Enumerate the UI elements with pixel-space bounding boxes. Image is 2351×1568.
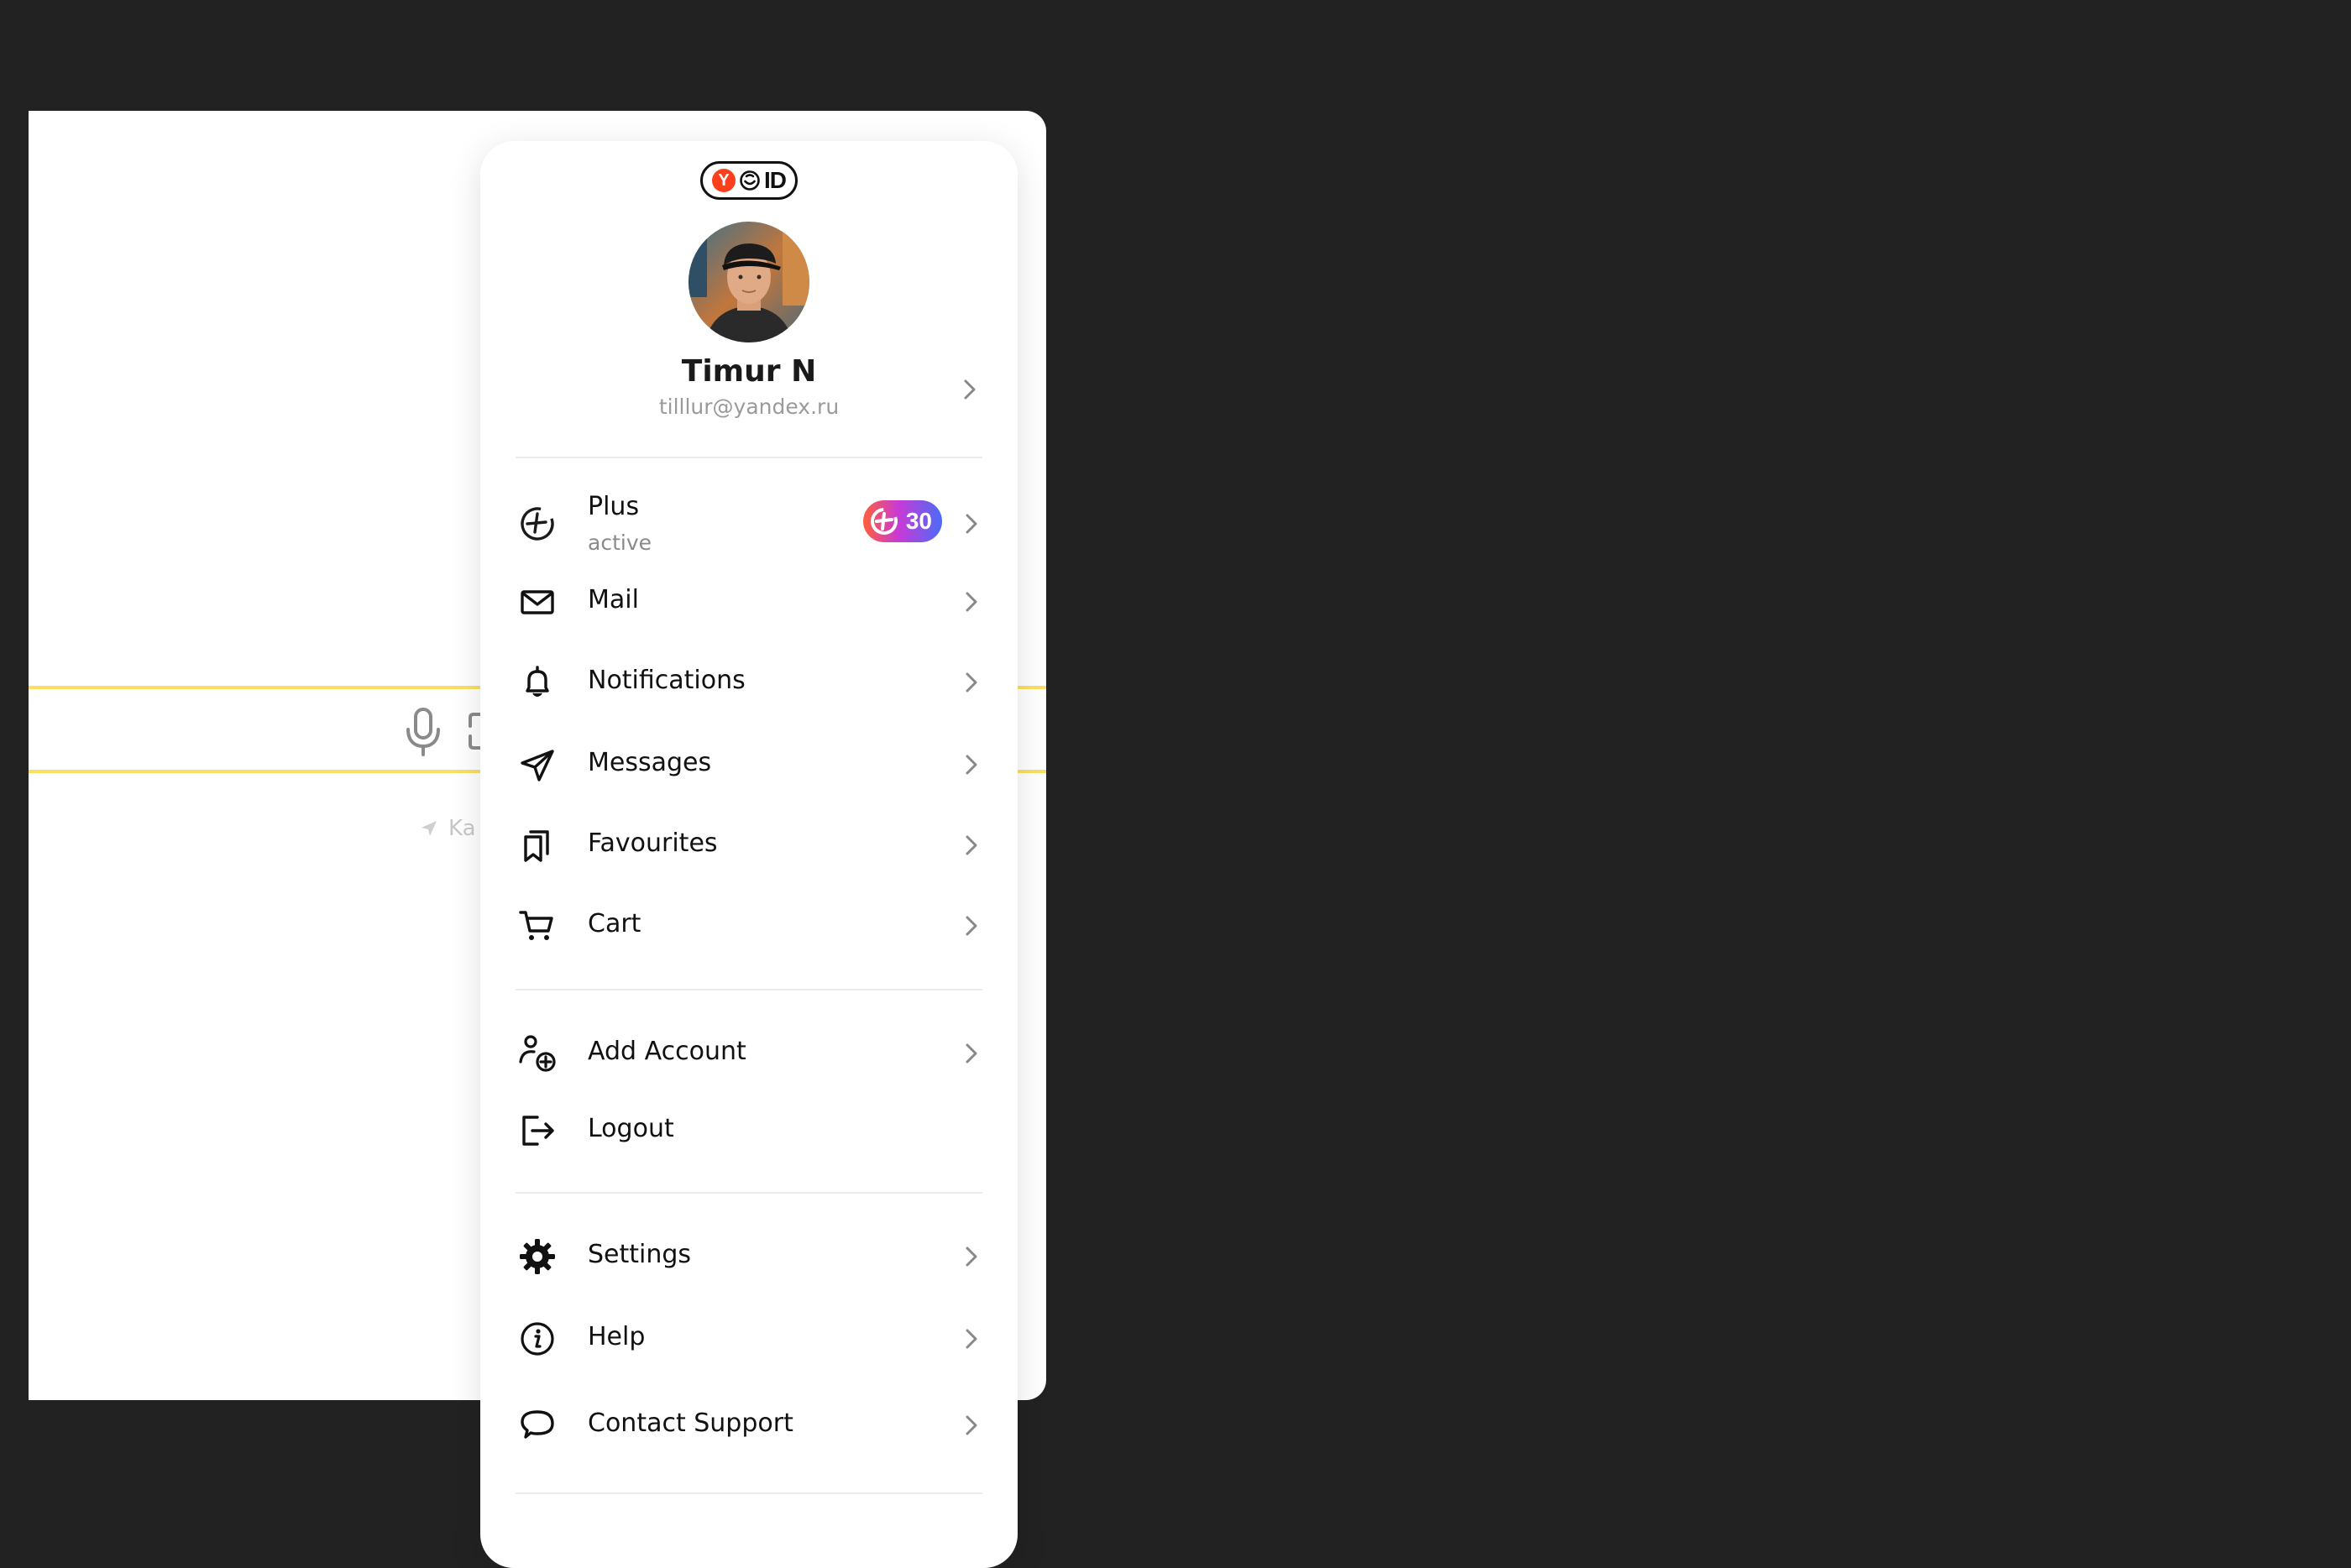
yandex-y-icon: Y [712, 169, 736, 192]
divider [516, 1492, 982, 1494]
chevron-right-icon [966, 672, 977, 693]
chevron-right-icon [966, 1415, 977, 1435]
chevron-right-icon[interactable] [961, 376, 979, 403]
chevron-right-icon [966, 1247, 977, 1267]
menu-item-messages[interactable]: Messages [480, 729, 1018, 797]
menu-item-help[interactable]: Help [480, 1304, 1018, 1371]
account-menu-panel: Y ID Timur N tilllur@yandex.ru Plus acti… [480, 141, 1018, 1568]
divider [516, 989, 982, 990]
menu-item-notifications[interactable]: Notifications [480, 647, 1018, 714]
plus-points-icon [871, 508, 898, 535]
menu-item-add-account[interactable]: Add Account [480, 1018, 1018, 1085]
logout-icon [522, 1116, 554, 1146]
microphone-icon[interactable] [398, 704, 448, 758]
menu-item-label: Notifications [588, 666, 746, 695]
menu-item-label: Logout [588, 1114, 674, 1143]
chevron-right-icon [966, 592, 977, 612]
plus-status: active [588, 531, 652, 555]
plus-points-badge: 30 [863, 500, 942, 542]
menu-item-cart[interactable]: Cart [480, 891, 1018, 958]
menu-item-label: Help [588, 1322, 646, 1351]
bookmarks-icon [524, 830, 549, 862]
bell-icon [526, 666, 549, 697]
chevron-right-icon [966, 916, 977, 936]
menu-item-favourites[interactable]: Favourites [480, 810, 1018, 877]
id-logo-text: ID [764, 167, 787, 193]
send-icon [521, 750, 554, 781]
menu-item-mail[interactable]: Mail [480, 567, 1018, 634]
avatar-photo [689, 222, 809, 342]
location-hint-text: Ka [448, 816, 476, 841]
chat-bubble-icon [521, 1410, 554, 1439]
info-icon [521, 1322, 554, 1356]
smile-face-icon [740, 170, 760, 191]
chevron-right-icon [966, 514, 977, 534]
gear-icon [520, 1239, 555, 1274]
menu-item-label: Settings [588, 1240, 692, 1269]
menu-item-label: Favourites [588, 828, 718, 858]
chevron-right-icon [966, 1043, 977, 1064]
chevron-right-icon [966, 1329, 977, 1349]
plus-points-value: 30 [905, 508, 932, 534]
divider [516, 457, 982, 458]
mail-icon [521, 590, 554, 614]
menu-item-label: Contact Support [588, 1409, 793, 1438]
cart-icon [519, 911, 553, 940]
profile-email: tilllur@yandex.ru [658, 395, 840, 419]
menu-item-label: Mail [588, 585, 639, 614]
chevron-right-icon [966, 755, 977, 775]
menu-item-plus[interactable]: Plus active 30 [480, 489, 1018, 556]
menu-item-label: Add Account [588, 1037, 746, 1066]
yandex-id-logo[interactable]: Y ID [700, 161, 798, 200]
divider [516, 1192, 982, 1194]
menu-item-label: Cart [588, 909, 641, 938]
location-hint[interactable]: Ka [420, 816, 476, 841]
menu-item-label: Messages [588, 748, 712, 777]
add-user-icon [519, 1035, 556, 1072]
menu-item-label: Plus [588, 492, 640, 521]
chevron-right-icon [966, 835, 977, 855]
plus-subscription-icon [521, 507, 554, 541]
profile-name[interactable]: Timur N [480, 354, 1018, 389]
avatar[interactable] [689, 222, 809, 342]
menu-item-contact-support[interactable]: Contact Support [480, 1390, 1018, 1457]
menu-item-logout[interactable]: Logout [480, 1095, 1018, 1163]
location-arrow-icon [422, 821, 437, 836]
menu-item-settings[interactable]: Settings [480, 1221, 1018, 1288]
